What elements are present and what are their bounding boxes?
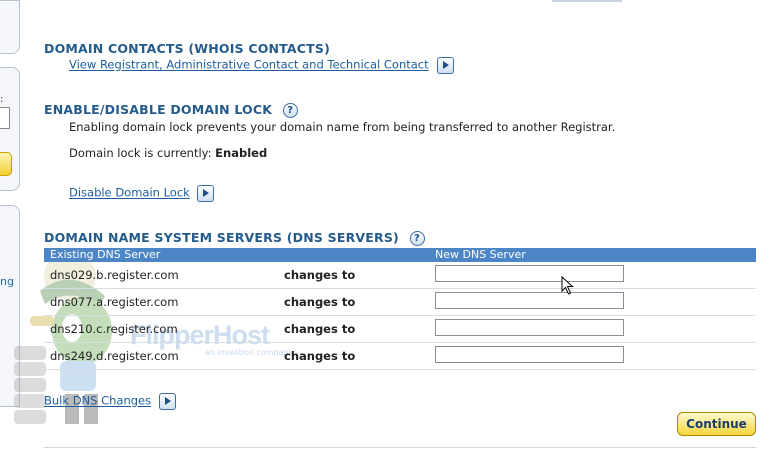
new-dns-input[interactable] (435, 346, 624, 363)
table-row: dns210.c.register.com changes to (44, 316, 756, 343)
help-icon[interactable]: ? (282, 103, 298, 118)
changes-to-label: changes to (284, 322, 356, 336)
top-tab-edge (552, 0, 622, 2)
domain-lock-description: Enabling domain lock prevents your domai… (69, 120, 616, 134)
sidebar-label-fragment: : (0, 94, 4, 105)
existing-dns-server: dns077.a.register.com (50, 295, 179, 309)
existing-dns-server: dns029.b.register.com (50, 268, 179, 282)
dns-title: DOMAIN NAME SYSTEM SERVERS (DNS SERVERS) (44, 230, 399, 245)
bulk-dns-arrow-icon[interactable] (158, 393, 176, 410)
dns-heading: DOMAIN NAME SYSTEM SERVERS (DNS SERVERS)… (44, 230, 425, 246)
divider (44, 447, 756, 448)
sidebar-select[interactable] (0, 107, 10, 129)
table-row: dns249.d.register.com changes to (44, 343, 756, 370)
new-dns-input[interactable] (435, 319, 624, 336)
bulk-dns-changes-link[interactable]: Bulk DNS Changes (44, 394, 151, 408)
sidebar-panel-top (0, 0, 20, 54)
new-dns-input[interactable] (435, 292, 624, 309)
view-contacts-arrow-icon[interactable] (437, 57, 455, 74)
disable-lock-row: Disable Domain Lock (69, 185, 215, 202)
view-contacts-link[interactable]: View Registrant, Administrative Contact … (69, 58, 429, 72)
domain-lock-status: Domain lock is currently: Enabled (69, 146, 267, 160)
table-row: dns077.a.register.com changes to (44, 289, 756, 316)
existing-dns-server: dns249.d.register.com (50, 349, 179, 363)
changes-to-label: changes to (284, 268, 356, 282)
domain-lock-heading: ENABLE/DISABLE DOMAIN LOCK ? (44, 102, 298, 118)
mouse-cursor-icon (561, 276, 574, 295)
domain-contacts-row: View Registrant, Administrative Contact … (69, 57, 455, 74)
disable-lock-arrow-icon[interactable] (197, 185, 215, 202)
domain-lock-title: ENABLE/DISABLE DOMAIN LOCK (44, 102, 273, 117)
bulk-dns-row: Bulk DNS Changes (44, 393, 176, 410)
col-new-dns: New DNS Server (435, 248, 526, 261)
help-icon[interactable]: ? (409, 231, 425, 246)
disable-domain-lock-link[interactable]: Disable Domain Lock (69, 186, 190, 200)
col-existing-dns: Existing DNS Server (50, 248, 161, 261)
table-row: dns029.b.register.com changes to (44, 262, 756, 289)
dns-table-header: Existing DNS Server New DNS Server (44, 248, 756, 262)
sidebar-button[interactable] (0, 152, 12, 176)
new-dns-input[interactable] (435, 265, 624, 282)
dns-table: Existing DNS Server New DNS Server dns02… (44, 248, 756, 370)
continue-button[interactable]: Continue (677, 412, 756, 436)
changes-to-label: changes to (284, 349, 356, 363)
existing-dns-server: dns210.c.register.com (50, 322, 178, 336)
domain-lock-status-value: Enabled (215, 146, 268, 160)
domain-lock-status-label: Domain lock is currently: (69, 146, 212, 160)
changes-to-label: changes to (284, 295, 356, 309)
domain-contacts-heading: DOMAIN CONTACTS (WHOIS CONTACTS) (44, 41, 331, 56)
